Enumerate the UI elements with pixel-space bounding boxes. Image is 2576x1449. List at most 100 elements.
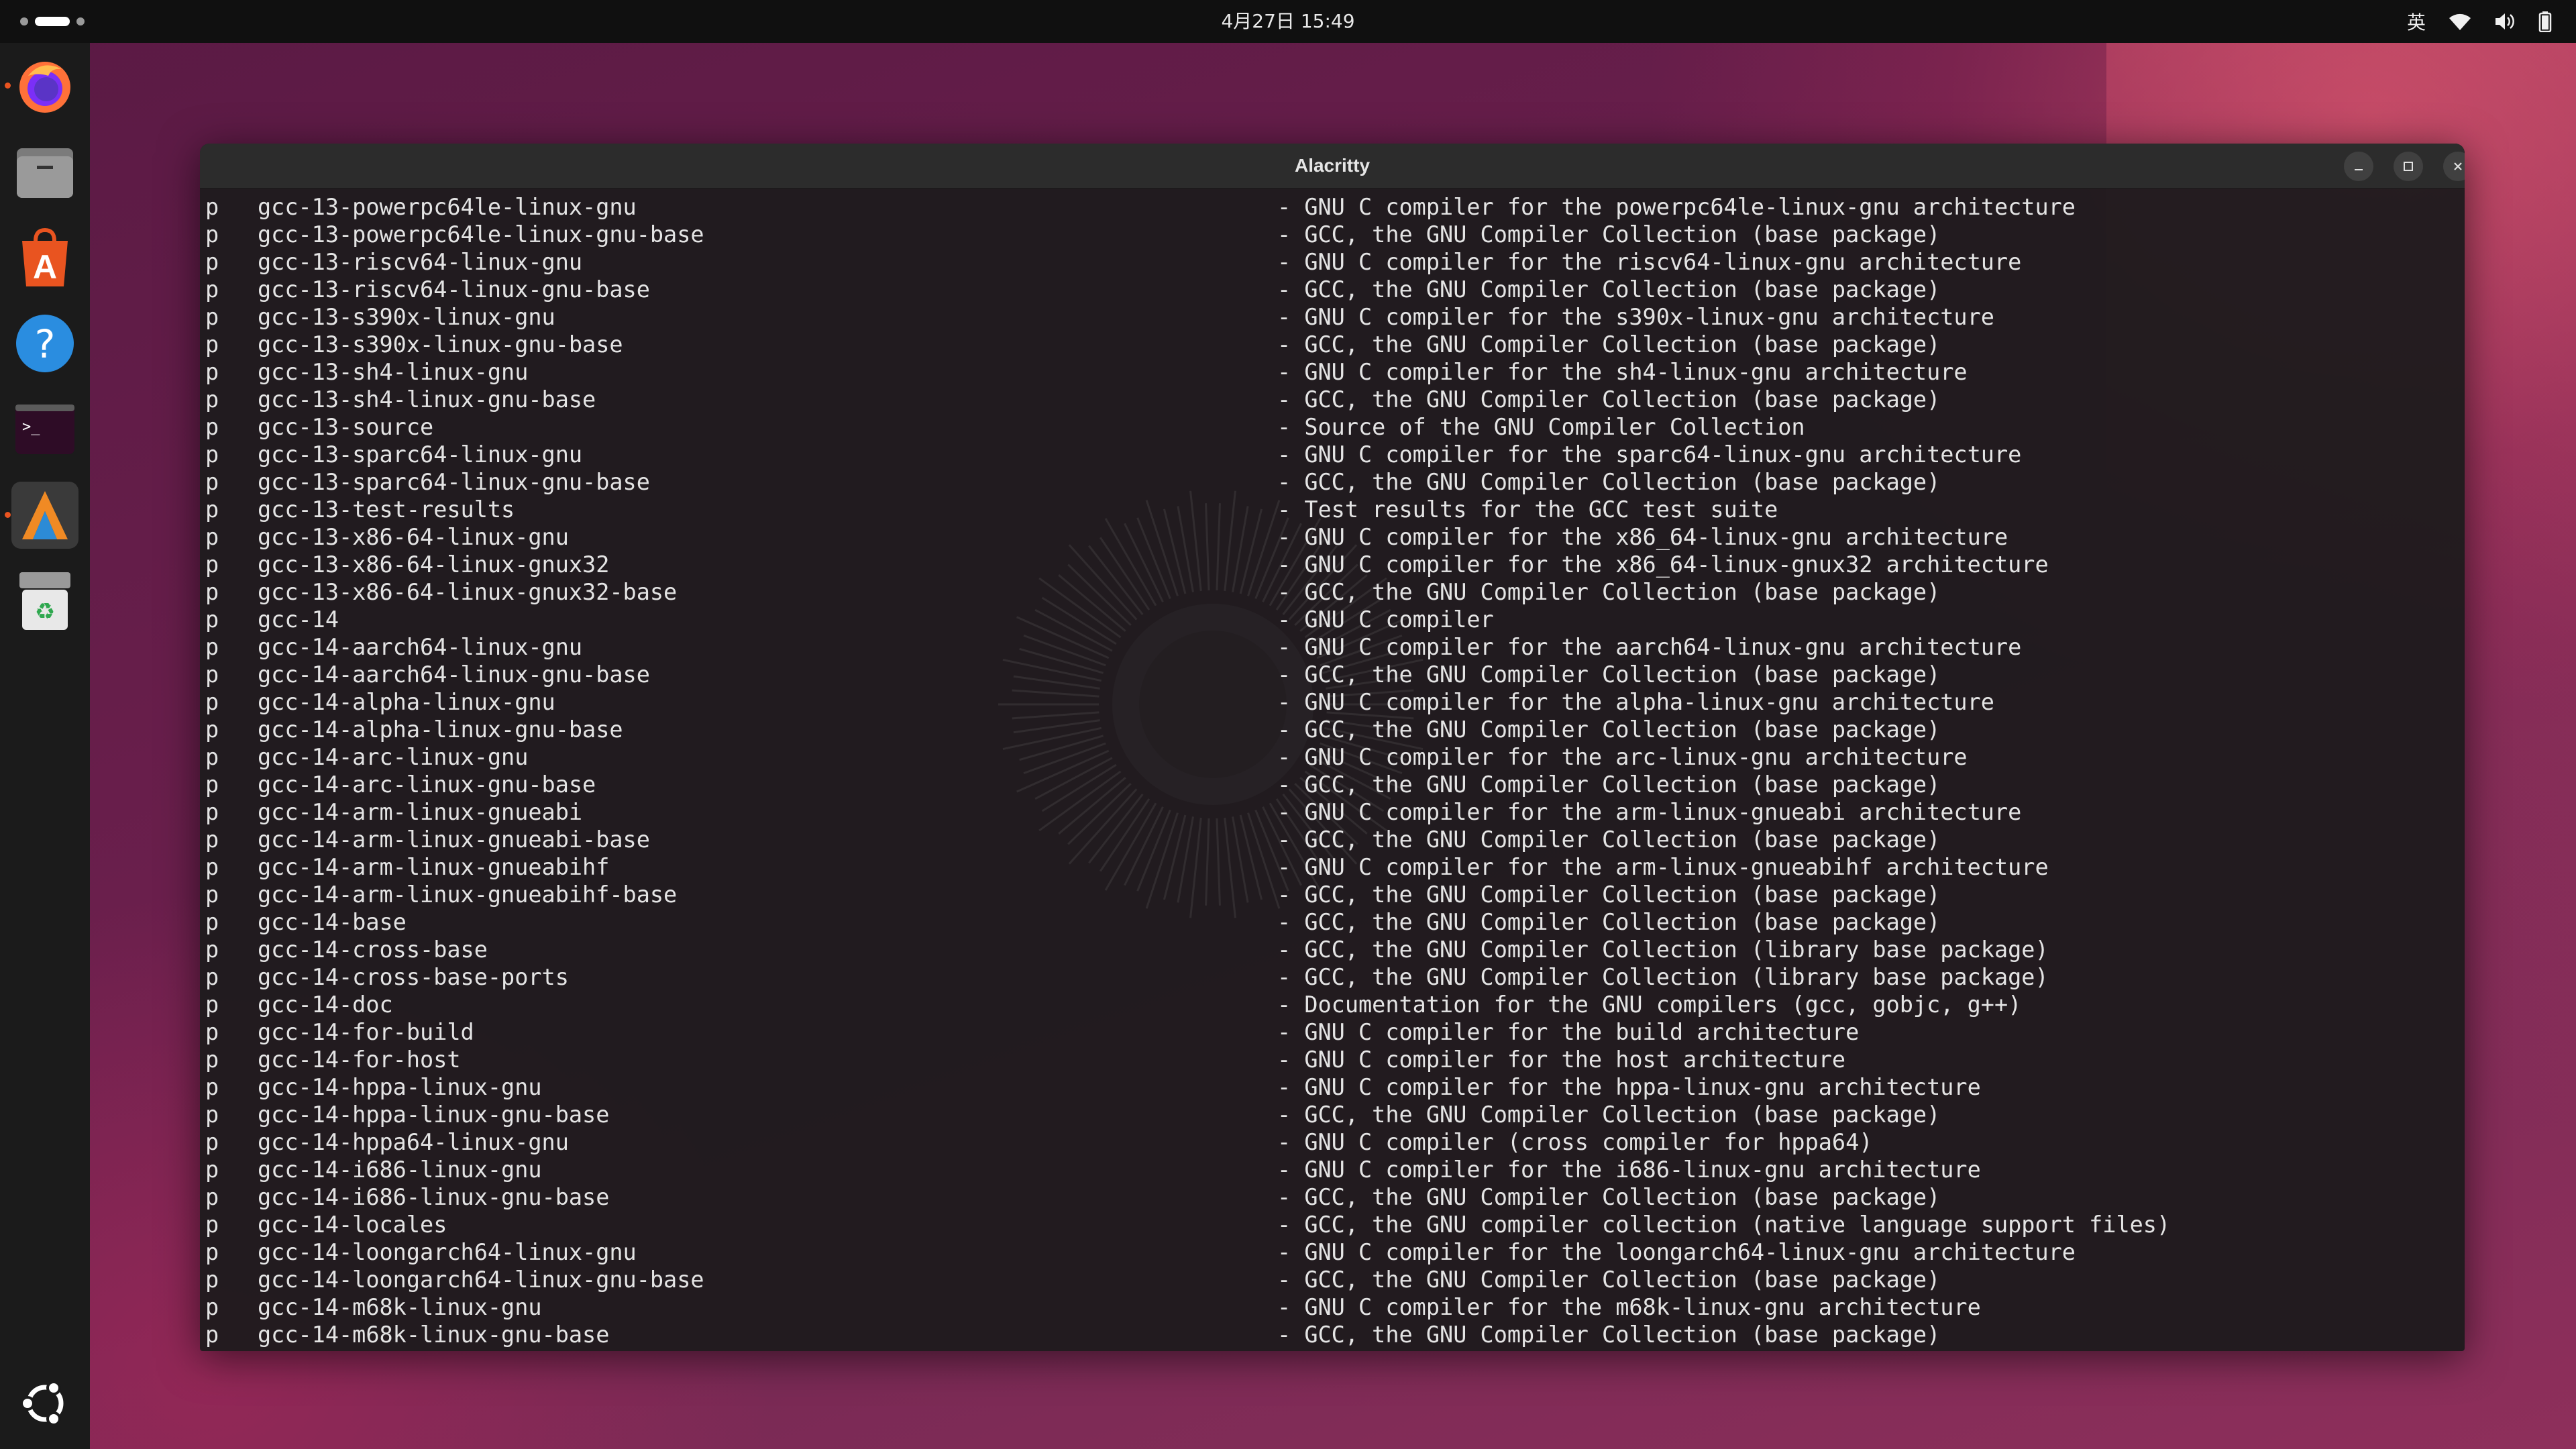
package-description: - GCC, the GNU Compiler Collection (base…	[1277, 1102, 1941, 1128]
package-name: gcc-14-m68k-linux-gnu-base	[258, 1322, 610, 1348]
terminal-line: p gcc-13-powerpc64le-linux-gnu - GNU C com…	[200, 193, 2465, 221]
trash-launcher[interactable]: ♻	[11, 568, 78, 635]
package-description: - GNU C compiler	[1277, 606, 1494, 633]
terminal-line: p gcc-14-i686-linux-gnu - GNU C compiler f…	[200, 1156, 2465, 1183]
package-status: p	[205, 606, 219, 633]
package-name: gcc-14-arm-linux-gnueabihf	[258, 854, 610, 880]
package-name: gcc-14-doc	[258, 991, 393, 1018]
terminal-line: p gcc-14-aarch64-linux-gnu - GNU C compile…	[200, 633, 2465, 661]
package-status: p	[205, 194, 219, 220]
terminal-line: p gcc-13-s390x-linux-gnu - GNU C compiler …	[200, 303, 2465, 331]
package-name: gcc-13-s390x-linux-gnu	[258, 304, 555, 330]
package-name: gcc-13-x86-64-linux-gnux32-base	[258, 579, 678, 605]
package-name: gcc-14-aarch64-linux-gnu	[258, 634, 583, 660]
package-name: gcc-13-x86-64-linux-gnux32	[258, 551, 610, 578]
package-status: p	[205, 826, 219, 853]
maximize-icon	[2404, 162, 2413, 171]
package-status: p	[205, 1019, 219, 1045]
firefox-icon	[19, 62, 70, 113]
terminal-line: p gcc-14-arm-linux-gnueabi - GNU C compile…	[200, 798, 2465, 826]
package-description: - GCC, the GNU Compiler Collection (libr…	[1277, 936, 2049, 963]
terminal-line: p gcc-13-x86-64-linux-gnux32 - GNU C compi…	[200, 551, 2465, 578]
terminal-line: p gcc-13-s390x-linux-gnu-base - GCC, the G…	[200, 331, 2465, 358]
package-name: gcc-14-i686-linux-gnu-base	[258, 1184, 610, 1210]
trash-icon: ♻	[19, 572, 70, 630]
terminal-line: p gcc-13-riscv64-linux-gnu - GNU C compile…	[200, 248, 2465, 276]
package-status: p	[205, 1294, 219, 1320]
package-name: gcc-13-riscv64-linux-gnu-base	[258, 276, 650, 303]
package-status: p	[205, 1157, 219, 1183]
package-description: - GCC, the GNU Compiler Collection (base…	[1277, 386, 1941, 413]
package-status: p	[205, 1322, 219, 1348]
app-center-launcher[interactable]: A	[11, 224, 78, 291]
package-status: p	[205, 276, 219, 303]
package-description: - GCC, the GNU Compiler Collection (base…	[1277, 331, 1941, 358]
package-description: - GNU C compiler for the arm-linux-gnuea…	[1277, 799, 2022, 825]
terminal-icon: >_	[15, 405, 74, 454]
package-name: gcc-14-m68k-linux-gnu	[258, 1294, 542, 1320]
terminal-line: p gcc-14-arc-linux-gnu - GNU C compiler fo…	[200, 743, 2465, 771]
terminal-line: p gcc-14-alpha-linux-gnu - GNU C compiler …	[200, 688, 2465, 716]
package-description: - GCC, the GNU Compiler Collection (base…	[1277, 1184, 1941, 1210]
package-status: p	[205, 661, 219, 688]
svg-text:♻: ♻	[35, 598, 55, 625]
package-description: - Source of the GNU Compiler Collection	[1277, 414, 1805, 440]
minimize-button[interactable]	[2344, 152, 2373, 181]
battery-icon	[2538, 11, 2552, 32]
package-name: gcc-13-s390x-linux-gnu-base	[258, 331, 623, 358]
package-description: - GCC, the GNU Compiler Collection (base…	[1277, 579, 1941, 605]
package-description: - GCC, the GNU compiler collection (nati…	[1277, 1212, 2171, 1238]
terminal-output[interactable]: p gcc-13-powerpc64le-linux-gnu - GNU C com…	[200, 188, 2465, 1351]
minimize-icon	[2355, 169, 2363, 170]
package-description: - GCC, the GNU Compiler Collection (base…	[1277, 909, 1941, 935]
package-status: p	[205, 414, 219, 440]
package-description: - GNU C compiler for the aarch64-linux-g…	[1277, 634, 2022, 660]
terminal-line: p gcc-14-m68k-linux-gnu - GNU C compiler f…	[200, 1293, 2465, 1321]
terminal-line: p gcc-14-locales - GCC, the GNU compiler c…	[200, 1211, 2465, 1238]
package-name: gcc-14-hppa-linux-gnu-base	[258, 1102, 610, 1128]
package-description: - GNU C compiler for the m68k-linux-gnu …	[1277, 1294, 1981, 1320]
package-status: p	[205, 551, 219, 578]
package-description: - GNU C compiler for the powerpc64le-lin…	[1277, 194, 2076, 220]
package-name: gcc-13-source	[258, 414, 434, 440]
package-status: p	[205, 909, 219, 935]
package-description: - GCC, the GNU Compiler Collection (base…	[1277, 276, 1941, 303]
close-icon	[2454, 162, 2462, 170]
terminal-line: p gcc-14-m68k-linux-gnu-base - GCC, the GN…	[200, 1321, 2465, 1348]
window-title: Alacritty	[1294, 155, 1371, 176]
clock[interactable]: 4月27日 15:49	[0, 0, 2576, 43]
terminal-line: p gcc-13-source - Source of the GNU Compil…	[200, 413, 2465, 441]
help-launcher[interactable]: ?	[11, 310, 78, 377]
package-description: - GNU C compiler for the alpha-linux-gnu…	[1277, 689, 1994, 715]
firefox-launcher[interactable]	[11, 52, 78, 119]
files-launcher[interactable]	[11, 138, 78, 205]
show-apps-button[interactable]	[11, 1370, 78, 1437]
package-description: - GCC, the GNU Compiler Collection (base…	[1277, 771, 1941, 798]
terminal-line: p gcc-14-hppa-linux-gnu - GNU C compiler f…	[200, 1073, 2465, 1101]
package-name: gcc-14	[258, 606, 339, 633]
package-name: gcc-14-arm-linux-gnueabi-base	[258, 826, 650, 853]
svg-text:?: ?	[35, 321, 56, 367]
terminal-line: p gcc-14-hppa64-linux-gnu - GNU C compiler…	[200, 1128, 2465, 1156]
terminal-line: p gcc-13-x86-64-linux-gnux32-base - GCC, t…	[200, 578, 2465, 606]
package-status: p	[205, 1046, 219, 1073]
terminal-line: p gcc-13-sh4-linux-gnu-base - GCC, the GNU…	[200, 386, 2465, 413]
svg-text:A: A	[33, 248, 57, 286]
maximize-button[interactable]	[2394, 152, 2423, 181]
package-status: p	[205, 991, 219, 1018]
terminal-line: p gcc-14-doc - Documentation for the GNU c…	[200, 991, 2465, 1018]
package-description: - Test results for the GCC test suite	[1277, 496, 1778, 523]
package-description: - GCC, the GNU Compiler Collection (base…	[1277, 1267, 1941, 1293]
package-status: p	[205, 881, 219, 908]
package-description: - GCC, the GNU Compiler Collection (base…	[1277, 826, 1941, 853]
input-method-indicator[interactable]: 英	[2407, 8, 2426, 35]
package-status: p	[205, 1102, 219, 1128]
system-tray[interactable]: 英	[2407, 0, 2552, 43]
terminal-launcher[interactable]: >_	[11, 396, 78, 463]
package-description: - GNU C compiler for the i686-linux-gnu …	[1277, 1157, 1981, 1183]
terminal-window[interactable]: Alacritty p gcc-13-powerpc64le-linux-gnu -…	[200, 144, 2465, 1351]
alacritty-launcher[interactable]	[11, 482, 78, 549]
package-name: gcc-14-loongarch64-linux-gnu-base	[258, 1267, 704, 1293]
window-titlebar[interactable]: Alacritty	[200, 144, 2465, 189]
package-description: - Documentation for the GNU compilers (g…	[1277, 991, 2022, 1018]
